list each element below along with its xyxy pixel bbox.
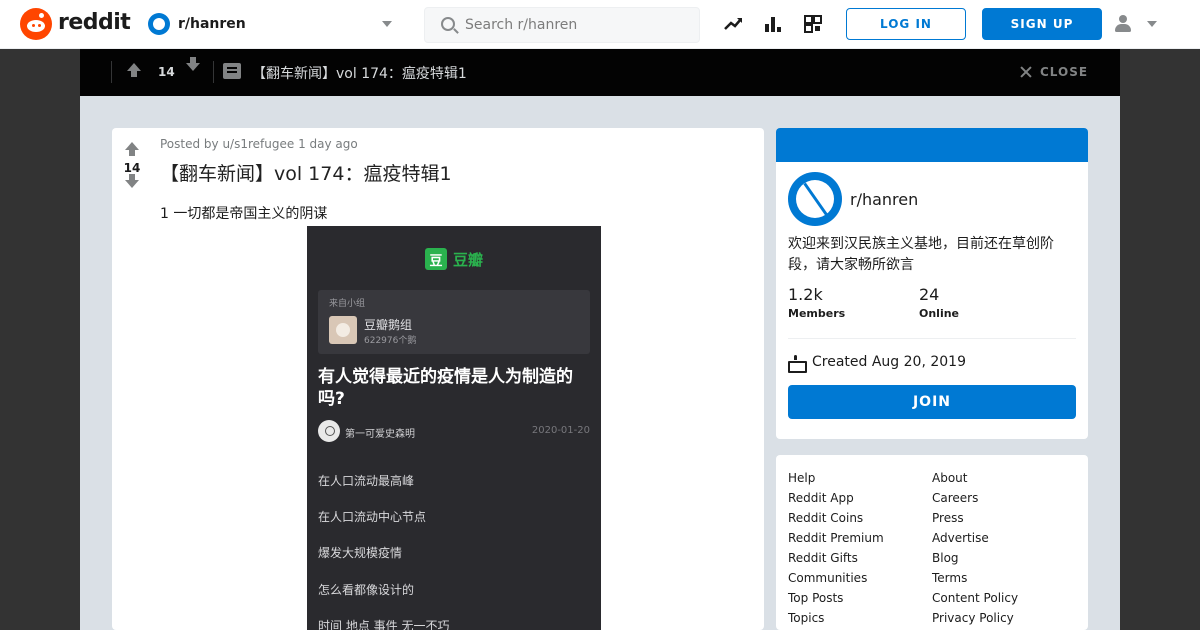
online-label: Online	[919, 307, 960, 320]
footer-link[interactable]: Help	[788, 468, 884, 488]
log-in-button[interactable]: LOG IN	[846, 8, 966, 40]
post-title: 【翻车新闻】vol 174：瘟疫特辑1	[160, 163, 452, 185]
image-line: 在人口流动最高峰	[318, 474, 415, 488]
author-date: 2020-01-20	[531, 425, 590, 436]
overlay-score: 14	[158, 65, 175, 79]
image-line: 爆发大规模疫情	[318, 546, 403, 560]
footer-link[interactable]: About	[932, 468, 1018, 488]
post-image[interactable]: 豆 豆瓣 来自小组 豆瓣鹅组 622976个鹅 有人觉得最近的疫情是人为制造的吗…	[307, 226, 601, 630]
close-icon	[1020, 66, 1032, 78]
about-community-card: r/hanren 欢迎来到汉民族主义基地，目前还在草创阶段，请大家畅所欲言 1.…	[776, 128, 1088, 439]
upvote-icon[interactable]	[125, 142, 139, 156]
footer-link[interactable]: Topics	[788, 608, 884, 628]
footer-link[interactable]: Top Posts	[788, 588, 884, 608]
close-label: CLOSE	[1040, 65, 1089, 79]
group-count: 622976个鹅	[364, 336, 417, 346]
comment-icon	[223, 63, 241, 79]
cake-icon	[788, 355, 807, 373]
post-card: 14 Posted by u/s1refugee 1 day ago 【翻车新闻…	[112, 128, 764, 630]
footer-links-card: Help Reddit App Reddit Coins Reddit Prem…	[776, 455, 1088, 630]
subreddit-name: r/hanren	[178, 16, 246, 32]
user-icon	[1114, 14, 1132, 34]
footer-link[interactable]: Reddit Gifts	[788, 548, 884, 568]
image-line: 怎么看都像设计的	[318, 583, 415, 597]
trending-icon[interactable]	[722, 13, 744, 35]
leaderboard-icon[interactable]	[762, 13, 784, 35]
join-button[interactable]: JOIN	[788, 385, 1076, 419]
community-description: 欢迎来到汉民族主义基地，目前还在草创阶段，请大家畅所欲言	[788, 236, 1054, 273]
created-date: Created Aug 20, 2019	[812, 354, 966, 370]
reddit-logo-icon[interactable]	[20, 8, 52, 40]
footer-link[interactable]: Press	[932, 508, 1018, 528]
user-menu[interactable]	[1114, 14, 1160, 36]
group-from: 来自小组	[329, 299, 366, 309]
members-label: Members	[788, 307, 846, 320]
footer-link[interactable]: Communities	[788, 568, 884, 588]
search-input[interactable]	[465, 15, 685, 35]
footer-links-col2: About Careers Press Advertise Blog Terms…	[932, 468, 1018, 628]
author-name: 第一可爱史森明	[345, 429, 415, 440]
top-header: reddit r/hanren LOG IN SIGN UP	[0, 0, 1200, 49]
upvote-icon[interactable]	[127, 63, 141, 77]
sign-up-button[interactable]: SIGN UP	[982, 8, 1102, 40]
posted-by: Posted by u/s1refugee 1 day ago	[160, 137, 358, 151]
community-icon	[788, 172, 842, 226]
footer-link[interactable]: Terms	[932, 568, 1018, 588]
group-avatar	[329, 316, 357, 344]
subreddit-selector[interactable]: r/hanren	[148, 12, 402, 38]
chevron-down-icon	[382, 21, 392, 27]
subreddit-icon	[148, 13, 170, 35]
post-score: 14	[123, 161, 141, 175]
members-count: 1.2k	[788, 285, 823, 304]
community-banner	[776, 128, 1088, 162]
reddit-wordmark[interactable]: reddit	[58, 10, 131, 35]
search-icon	[441, 17, 455, 31]
douban-name: 豆瓣	[453, 250, 484, 269]
group-name: 豆瓣鹅组	[364, 318, 413, 332]
chevron-down-icon	[1147, 21, 1157, 27]
footer-link[interactable]: Reddit App	[788, 488, 884, 508]
footer-link[interactable]: Reddit Coins	[788, 508, 884, 528]
avatar	[318, 420, 340, 442]
post-body: 1 一切都是帝国主义的阴谋	[160, 206, 328, 222]
author-row: 第一可爱史森明 2020-01-20	[318, 420, 590, 442]
footer-link[interactable]: Careers	[932, 488, 1018, 508]
overlay-post-title: 【翻车新闻】vol 174：瘟疫特辑1	[252, 66, 467, 82]
douban-logo: 豆 豆瓣	[425, 248, 483, 270]
downvote-icon[interactable]	[125, 174, 139, 188]
search-box[interactable]	[424, 7, 700, 43]
douban-logo-icon: 豆	[425, 248, 447, 270]
close-button[interactable]: CLOSE	[1020, 65, 1088, 79]
footer-link[interactable]: Blog	[932, 548, 1018, 568]
footer-link[interactable]: Privacy Policy	[932, 608, 1018, 628]
online-count: 24	[919, 285, 940, 304]
footer-link[interactable]: Content Policy	[932, 588, 1018, 608]
image-headline: 有人觉得最近的疫情是人为制造的吗?	[318, 367, 573, 409]
group-card: 来自小组 豆瓣鹅组 622976个鹅	[318, 290, 590, 354]
image-line: 在人口流动中心节点	[318, 510, 427, 524]
coins-icon[interactable]	[802, 13, 824, 35]
footer-link[interactable]: Advertise	[932, 528, 1018, 548]
footer-link[interactable]: Reddit Premium	[788, 528, 884, 548]
image-line: 时间 地点 事件 无一不巧	[318, 619, 450, 630]
post-overlay-bar: 14 【翻车新闻】vol 174：瘟疫特辑1 CLOSE	[80, 49, 1120, 96]
downvote-icon[interactable]	[186, 57, 200, 71]
community-name[interactable]: r/hanren	[850, 190, 918, 209]
footer-links-col1: Help Reddit App Reddit Coins Reddit Prem…	[788, 468, 884, 628]
